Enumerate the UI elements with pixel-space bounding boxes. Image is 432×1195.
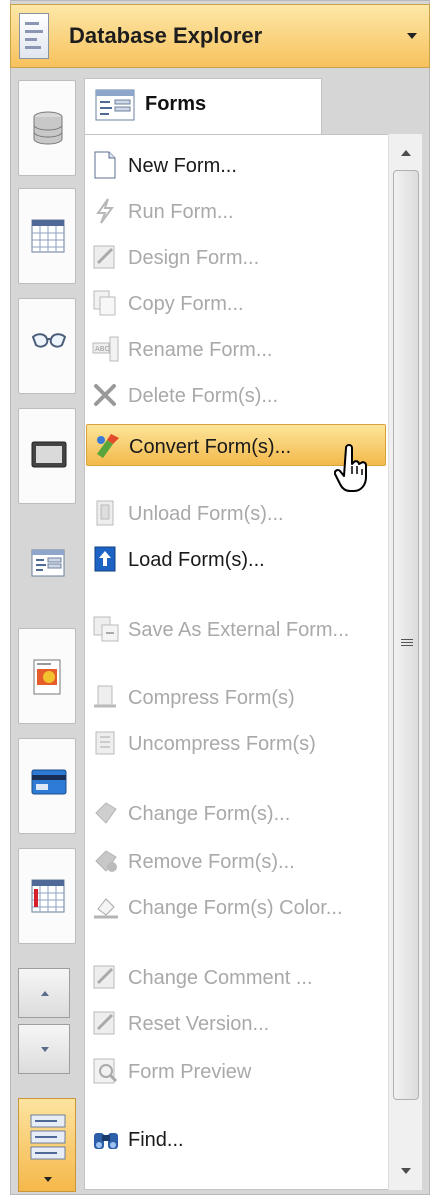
menu-item-new-form[interactable]: New Form... [86, 144, 386, 186]
menu-item-label: New Form... [128, 155, 237, 177]
menu-item-uncompress-form-s[interactable]: Uncompress Form(s) [86, 722, 386, 764]
scroll-down-arrow-icon[interactable] [401, 1168, 411, 1174]
header-title: Database Explorer [69, 23, 263, 48]
menu-item-label: Load Form(s)... [128, 549, 265, 571]
rail-button-database[interactable] [18, 80, 76, 176]
menu-item-label: Change Form(s)... [128, 803, 291, 825]
grid-alert-icon [31, 879, 65, 913]
scrollbar-thumb[interactable] [393, 170, 419, 1100]
menu-item-label: Change Comment ... [128, 967, 313, 989]
change-form-icon [92, 799, 120, 827]
menu-item-label: Change Form(s) Color... [128, 897, 343, 919]
chevron-down-icon [41, 1047, 49, 1052]
menu-item-label: Form Preview [128, 1061, 252, 1083]
menu-item-change-form-s[interactable]: Change Form(s)... [86, 792, 386, 834]
report-icon [33, 659, 61, 695]
menu-item-load-form-s[interactable]: Load Form(s)... [86, 538, 386, 580]
menu-item-find[interactable]: Find... [86, 1118, 386, 1160]
menu-item-remove-form-s[interactable]: Remove Form(s)... [86, 840, 386, 882]
reset-version-icon [92, 1009, 120, 1037]
menu-item-label: Unload Form(s)... [128, 503, 284, 525]
glasses-icon [31, 333, 67, 348]
forms-icon [31, 549, 65, 577]
menu-item-label: Save As External Form... [128, 619, 350, 641]
menu-item-label: Reset Version... [128, 1013, 270, 1035]
rail-button-card[interactable] [18, 738, 76, 834]
menu-item-label: Uncompress Form(s) [128, 733, 316, 755]
hand-cursor-icon [334, 444, 367, 492]
menu-item-label: Run Form... [128, 201, 234, 223]
menu-item-label: Delete Form(s)... [128, 385, 279, 407]
svg-text:ABC: ABC [95, 345, 109, 353]
copy-form-icon [92, 289, 120, 317]
chevron-down-icon [44, 1177, 52, 1182]
comment-icon [92, 963, 120, 991]
menu-item-label: Copy Form... [128, 293, 244, 315]
menu-item-rename-form[interactable]: ABC Rename Form... [86, 328, 386, 370]
menu-item-label: Find... [128, 1129, 184, 1151]
binoculars-icon [92, 1125, 120, 1153]
menu-item-change-form-s-color[interactable]: Change Form(s) Color... [86, 886, 386, 928]
menu-item-change-comment[interactable]: Change Comment ... [86, 956, 386, 998]
rail-button-tablet[interactable] [18, 408, 76, 504]
database-icon [33, 111, 63, 145]
menu-item-unload-form-s[interactable]: Unload Form(s)... [86, 492, 386, 534]
run-form-icon [92, 197, 120, 225]
rail-button-grid-alert[interactable] [18, 848, 76, 944]
delete-icon [92, 381, 120, 409]
unload-icon [92, 499, 120, 527]
rail-button-forms[interactable] [18, 518, 76, 614]
explorer-header[interactable]: Database Explorer [10, 4, 430, 68]
save-external-icon [92, 615, 120, 643]
menu-item-label: Convert Form(s)... [129, 436, 292, 458]
design-form-icon [92, 243, 120, 271]
tab-forms[interactable]: Forms [84, 78, 322, 136]
rail-button-glasses[interactable] [18, 298, 76, 394]
rail-forms-dropdown-button[interactable] [18, 1098, 76, 1192]
remove-form-icon [92, 847, 120, 875]
menu-item-copy-form[interactable]: Copy Form... [86, 282, 386, 324]
new-form-icon [92, 151, 120, 179]
chevron-down-icon[interactable] [407, 33, 417, 39]
chevron-up-icon [41, 991, 49, 996]
color-icon [92, 893, 120, 921]
menu-item-compress-form-s[interactable]: Compress Form(s) [86, 676, 386, 718]
menu-item-label: Rename Form... [128, 339, 273, 361]
explorer-header-icon [19, 13, 49, 59]
compress-icon [92, 683, 120, 711]
scroll-up-arrow-icon[interactable] [401, 150, 411, 156]
preview-icon [92, 1057, 120, 1085]
vertical-scrollbar[interactable] [388, 134, 422, 1190]
menu-item-design-form[interactable]: Design Form... [86, 236, 386, 278]
menu-item-save-as-external-form[interactable]: Save As External Form... [86, 608, 386, 650]
forms-stack-icon [30, 1114, 66, 1160]
rail-scroll-up-button[interactable] [18, 968, 70, 1018]
forms-icon [95, 89, 135, 121]
rail-button-table[interactable] [18, 188, 76, 284]
card-icon [31, 769, 67, 795]
uncompress-icon [92, 729, 120, 757]
rename-form-icon: ABC [92, 335, 120, 363]
menu-item-label: Remove Form(s)... [128, 851, 295, 873]
menu-item-label: Design Form... [128, 247, 260, 269]
rail-scroll-down-button[interactable] [18, 1024, 70, 1074]
menu-item-delete-form-s[interactable]: Delete Form(s)... [86, 374, 386, 416]
rail-button-report[interactable] [18, 628, 76, 724]
tablet-icon [31, 441, 67, 468]
menu-item-label: Compress Form(s) [128, 687, 295, 709]
table-icon [31, 219, 65, 253]
load-icon [92, 545, 120, 573]
tab-label: Forms [145, 93, 207, 115]
menu-item-reset-version[interactable]: Reset Version... [86, 1002, 386, 1044]
menu-item-form-preview[interactable]: Form Preview [86, 1050, 386, 1092]
menu-item-run-form[interactable]: Run Form... [86, 190, 386, 232]
convert-icon [93, 432, 121, 460]
